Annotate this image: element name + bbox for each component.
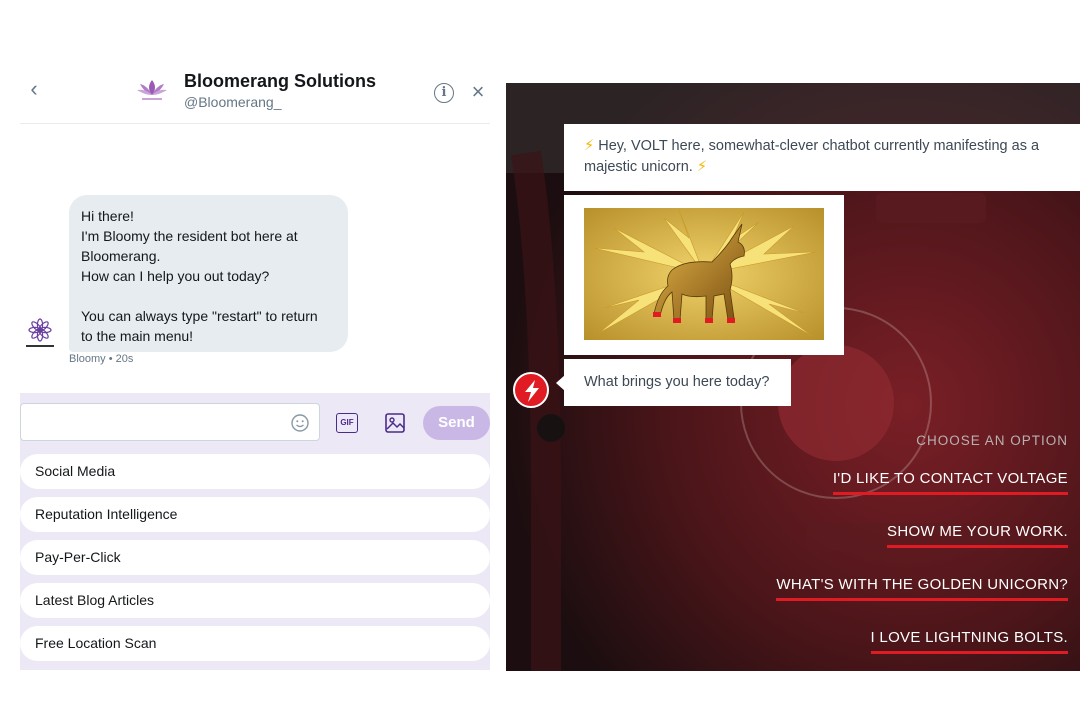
composer-area: GIF Send Social Media Reputation Intelli… — [20, 393, 490, 670]
quick-reply-pay-per-click[interactable]: Pay-Per-Click — [20, 540, 490, 575]
image-icon[interactable] — [384, 412, 406, 434]
lightning-emoji-icon: ⚡ — [696, 159, 708, 175]
lightning-emoji-icon: ⚡ — [584, 138, 595, 154]
unicorn-image-card — [564, 195, 844, 355]
option-golden-unicorn[interactable]: WHAT'S WITH THE GOLDEN UNICORN? — [776, 576, 1068, 601]
conversation-handle: @Bloomerang_ — [184, 94, 282, 110]
golden-unicorn-image — [584, 208, 824, 340]
quick-reply-social-media[interactable]: Social Media — [20, 454, 490, 489]
emoji-icon[interactable] — [291, 414, 309, 432]
message-line: to the main menu! — [81, 328, 194, 344]
greeting-text: Hey, VOLT here, somewhat-clever chatbot … — [584, 138, 1040, 175]
info-icon: i — [441, 85, 447, 100]
option-contact-voltage[interactable]: I'D LIKE TO CONTACT VOLTAGE — [832, 470, 1068, 495]
message-line: You can always type "restart" to return — [81, 308, 318, 324]
choose-option-label: CHOOSE AN OPTION — [916, 433, 1068, 448]
bloomerang-chat-panel: ‹ Bloomerang Solutions @Bloomerang_ i × … — [20, 60, 490, 670]
bloomy-avatar — [26, 318, 54, 347]
info-button[interactable]: i — [434, 83, 454, 103]
volt-chat-panel: ⚡ Hey, VOLT here, somewhat-clever chatbo… — [506, 83, 1080, 671]
volt-greeting-bubble: ⚡ Hey, VOLT here, somewhat-clever chatbo… — [564, 124, 1080, 191]
conversation-header: ‹ Bloomerang Solutions @Bloomerang_ i × — [20, 60, 490, 124]
bot-message-bubble: Hi there! I'm Bloomy the resident bot he… — [69, 195, 348, 352]
message-line: Bloomerang. — [81, 248, 161, 264]
bloomerang-logo-icon — [137, 80, 167, 100]
message-line: Hi there! — [81, 208, 134, 224]
close-button[interactable]: × — [468, 80, 488, 104]
message-input[interactable] — [20, 403, 320, 441]
option-lightning-bolts[interactable]: I LOVE LIGHTNING BOLTS. — [870, 629, 1068, 654]
gif-button[interactable]: GIF — [336, 413, 358, 433]
volt-avatar — [513, 372, 549, 408]
conversation-name: Bloomerang Solutions — [184, 71, 377, 91]
send-button[interactable]: Send — [423, 406, 490, 440]
quick-reply-latest-blog-articles[interactable]: Latest Blog Articles — [20, 583, 490, 618]
lightning-bolt-icon — [525, 380, 539, 402]
option-show-work[interactable]: SHOW ME YOUR WORK. — [887, 523, 1068, 548]
quick-reply-free-location-scan[interactable]: Free Location Scan — [20, 626, 490, 661]
message-timestamp: Bloomy • 20s — [69, 353, 134, 365]
volt-question-bubble: What brings you here today? — [564, 359, 791, 406]
close-icon: × — [471, 79, 485, 104]
message-line: How can I help you out today? — [81, 268, 270, 284]
back-button[interactable]: ‹ — [24, 78, 44, 100]
message-line: I'm Bloomy the resident bot here at — [81, 228, 298, 244]
quick-reply-reputation-intelligence[interactable]: Reputation Intelligence — [20, 497, 490, 532]
chevron-left-icon: ‹ — [30, 76, 38, 101]
